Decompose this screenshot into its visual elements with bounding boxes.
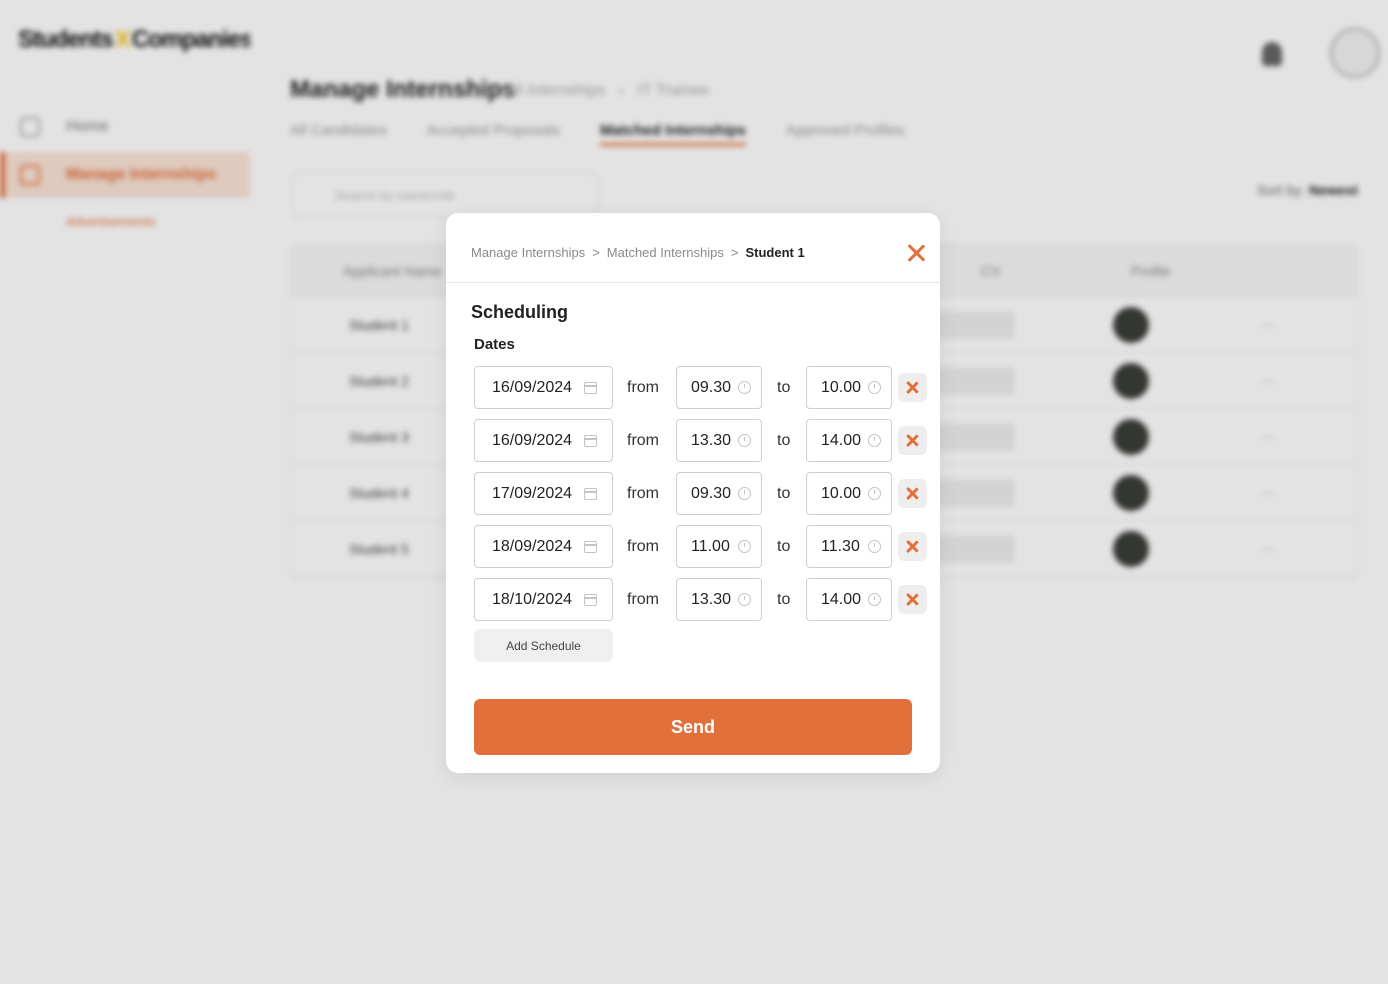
start-time-field[interactable]: 13.30 (676, 419, 762, 462)
add-schedule-button[interactable]: Add Schedule (474, 629, 613, 662)
clock-icon[interactable] (868, 381, 881, 394)
close-icon[interactable] (906, 243, 926, 263)
breadcrumb-current: Student 1 (745, 245, 805, 260)
date-value: 16/09/2024 (492, 431, 573, 449)
from-label: from (627, 432, 659, 449)
modal-header: Manage Internships > Matched Internships… (446, 213, 940, 283)
date-value: 18/10/2024 (492, 590, 573, 608)
date-field[interactable]: 16/09/2024 (474, 366, 613, 409)
from-label: from (627, 485, 659, 502)
end-time-field[interactable]: 14.00 (806, 578, 892, 621)
date-field[interactable]: 18/09/2024 (474, 525, 613, 568)
time-value: 14.00 (821, 590, 862, 608)
remove-schedule-button[interactable] (898, 426, 927, 455)
clock-icon[interactable] (738, 381, 751, 394)
time-value: 11.30 (821, 537, 860, 555)
clock-icon[interactable] (868, 540, 881, 553)
to-label: to (777, 591, 791, 608)
time-value: 13.30 (691, 590, 732, 608)
schedule-row: 18/10/2024 from 13.30 to 14.00 (474, 578, 930, 622)
time-value: 09.30 (691, 484, 732, 502)
date-value: 16/09/2024 (492, 378, 573, 396)
clock-icon[interactable] (738, 434, 751, 447)
to-label: to (777, 485, 791, 502)
date-field[interactable]: 17/09/2024 (474, 472, 613, 515)
scheduling-modal: Manage Internships > Matched Internships… (446, 213, 940, 773)
date-field[interactable]: 16/09/2024 (474, 419, 613, 462)
from-label: from (627, 379, 659, 396)
clock-icon[interactable] (868, 487, 881, 500)
remove-schedule-button[interactable] (898, 585, 927, 614)
time-value: 13.30 (691, 431, 732, 449)
schedule-row: 17/09/2024 from 09.30 to 10.00 (474, 472, 930, 516)
start-time-field[interactable]: 13.30 (676, 578, 762, 621)
time-value: 10.00 (821, 484, 862, 502)
from-label: from (627, 591, 659, 608)
to-label: to (777, 432, 791, 449)
end-time-field[interactable]: 10.00 (806, 472, 892, 515)
calendar-icon[interactable] (584, 382, 597, 394)
modal-title: Scheduling (471, 302, 569, 322)
calendar-icon[interactable] (584, 488, 597, 500)
remove-schedule-button[interactable] (898, 373, 927, 402)
send-button[interactable]: Send (474, 699, 912, 755)
time-value: 11.00 (691, 537, 730, 555)
to-label: to (777, 379, 791, 396)
breadcrumb-item[interactable]: Matched Internships (607, 245, 724, 260)
start-time-field[interactable]: 09.30 (676, 366, 762, 409)
modal-breadcrumb: Manage Internships > Matched Internships… (471, 245, 805, 260)
remove-schedule-button[interactable] (898, 532, 927, 561)
date-value: 17/09/2024 (492, 484, 573, 502)
end-time-field[interactable]: 10.00 (806, 366, 892, 409)
end-time-field[interactable]: 11.30 (806, 525, 892, 568)
schedule-row: 16/09/2024 from 13.30 to 14.00 (474, 419, 930, 463)
date-field[interactable]: 18/10/2024 (474, 578, 613, 621)
clock-icon[interactable] (868, 434, 881, 447)
clock-icon[interactable] (738, 593, 751, 606)
calendar-icon[interactable] (584, 594, 597, 606)
time-value: 14.00 (821, 431, 862, 449)
clock-icon[interactable] (738, 487, 751, 500)
from-label: from (627, 538, 659, 555)
remove-schedule-button[interactable] (898, 479, 927, 508)
schedule-row: 16/09/2024 from 09.30 to 10.00 (474, 366, 930, 410)
calendar-icon[interactable] (584, 435, 597, 447)
time-value: 10.00 (821, 378, 862, 396)
clock-icon[interactable] (738, 540, 751, 553)
to-label: to (777, 538, 791, 555)
date-value: 18/09/2024 (492, 537, 573, 555)
calendar-icon[interactable] (584, 541, 597, 553)
schedule-row: 18/09/2024 from 11.00 to 11.30 (474, 525, 930, 569)
breadcrumb-item[interactable]: Manage Internships (471, 245, 585, 260)
breadcrumb-separator: > (592, 245, 600, 260)
clock-icon[interactable] (868, 593, 881, 606)
dates-label: Dates (474, 336, 515, 353)
breadcrumb-separator: > (730, 245, 739, 260)
time-value: 09.30 (691, 378, 732, 396)
end-time-field[interactable]: 14.00 (806, 419, 892, 462)
start-time-field[interactable]: 11.00 (676, 525, 762, 568)
start-time-field[interactable]: 09.30 (676, 472, 762, 515)
